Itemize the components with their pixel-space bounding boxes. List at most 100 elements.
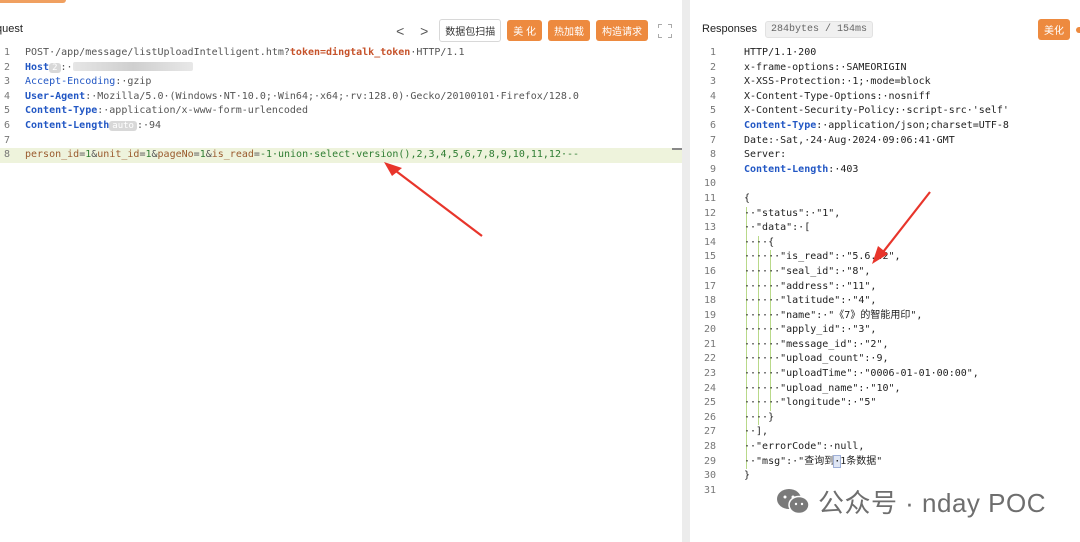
code-token: { [744,192,751,204]
code-token: Date:·Sat,·24·Aug·2024·09:06:41·GMT [744,134,955,146]
beautify-response-button[interactable]: 美化 [1038,19,1070,40]
response-line: 30} [690,469,1080,484]
response-line: 28 ··"errorCode":·null, [690,440,1080,455]
code-token: ······"is_read":·"5.6.42", [744,251,901,263]
response-line: 18 ······"latitude":·"4", [690,294,1080,309]
line-number: 18 [703,295,716,307]
code-token: auto [109,120,137,131]
response-line: 2 x-frame-options:·SAMEORIGIN [690,61,1080,76]
code-token: } [744,470,751,482]
code-token: :·Mozilla/5.0·(Windows·NT·10.0;·Win64;·x… [85,90,579,102]
line-text: Content-Type:·application/json;charset=U… [744,119,1009,134]
hot-load-button[interactable]: 热加载 [548,20,590,41]
line-text: X-Content-Security-Policy:·script-src·'s… [744,104,1009,119]
code-token: ··"status":·"1", [744,207,841,219]
line-number: 27 [703,426,716,438]
code-token: Content-Type [744,119,817,131]
response-line: 5 X-Content-Security-Policy:·script-src·'… [690,104,1080,119]
response-title: Responses [702,23,758,35]
code-token: ····{ [744,236,775,248]
code-token: ······"upload_count":·9, [744,353,889,365]
packet-scan-button[interactable]: 数据包扫描 [439,19,502,42]
code-token: 2 [49,62,61,73]
code-token: ······"apply_id":·"3", [744,324,877,336]
response-line: 27 ··], [690,425,1080,441]
code-token: :·application/json;charset=UTF-8 [816,119,1009,131]
line-number: 31 [703,484,716,496]
response-line: 19 ······"name":·"《7》的智能用印", [690,308,1080,324]
top-accent-strip [0,0,66,3]
construct-request-button[interactable]: 构造请求 [596,20,648,41]
expand-icon[interactable] [658,23,672,38]
response-line: 23 ······"uploadTime":·"0006-01-01·00:00"… [690,367,1080,382]
code-token: 1条数据" [840,455,883,467]
line-number: 3 [709,76,716,88]
code-token: :·403 [828,163,859,175]
response-viewer[interactable]: 1 HTTP/1.1·200 2 x-frame-options:·SAMEORIGI… [690,46,1080,542]
line-text: ······"upload_name":·"10", [744,382,901,397]
code-token: is_read [211,149,254,161]
code-token: :·application/x-www-form-urlencoded [97,105,308,117]
beautify-request-button[interactable]: 美 化 [507,20,542,41]
response-line: 13 ··"data":·[ [690,221,1080,236]
watermark-text: 公众号 · nday POC [817,488,1046,518]
line-number: 8 [709,149,716,161]
line-text: ······"longitude":·"5" [744,396,876,411]
line-text: ······"seal_id":·"8", [744,265,870,280]
response-more-button[interactable] [1076,26,1080,33]
request-line: 8 person_id=1&unit_id=1&pageNo=1&is_read=… [0,148,682,163]
response-panel: Responses 284bytes / 154ms 美化 1 HTTP/1.1·… [690,12,1080,542]
panel-divider[interactable] [682,0,690,542]
code-token: Content-Length [25,119,110,131]
request-line: 1 POST·/app/message/listUploadIntelligent… [0,46,682,61]
line-number: 22 [703,353,716,365]
line-text: person_id=1&unit_id=1&pageNo=1&is_read=-… [25,148,579,163]
response-line: 25 ······"longitude":·"5" [690,396,1080,411]
response-line: 1 HTTP/1.1·200 [690,46,1080,61]
line-number: 1 [3,47,10,58]
line-text: ··"errorCode":·null, [744,440,864,455]
code-token: Server: [744,149,787,161]
code-token: Host [25,61,50,73]
forward-button[interactable]: > [415,23,433,39]
line-number: 28 [703,441,716,453]
response-line: 29 ··"msg":·"查询到·1条数据" [690,454,1080,470]
request-line: 4 User-Agent:·Mozilla/5.0·(Windows·NT·10.… [0,90,682,105]
response-line: 14 ····{ [690,235,1080,251]
back-button[interactable]: < [391,23,409,39]
code-token: ······"message_id":·"2", [744,338,889,350]
line-text: Content-Type:·application/x-www-form-url… [25,104,308,119]
code-token: ······"name":·"《7》的智能用印", [744,309,923,321]
request-editor[interactable]: 1 POST·/app/message/listUploadIntelligent… [0,46,682,542]
request-panel: quest < > 数据包扫描 美 化 热加载 构造请求 1 POST·/app/… [0,12,682,542]
line-number: 10 [703,178,716,190]
line-number: 14 [703,236,716,248]
response-line: 9 Content-Length:·403 [690,163,1080,178]
line-text: ··"msg":·"查询到·1条数据" [744,454,883,470]
code-token: ··"errorCode":·null, [744,441,865,453]
code-token: ··"msg":·"查询到 [744,455,835,467]
request-header: quest < > 数据包扫描 美 化 热加载 构造请求 [0,12,682,46]
line-number: 2 [709,61,716,73]
request-line: 6 Content-Length auto:·94 [0,119,682,134]
code-token: ······"longitude":·"5" [744,397,877,409]
request-line: 2 Host 2:· [0,61,682,76]
request-title: quest [0,23,23,35]
response-line: 11 { [690,192,1080,207]
line-number: 2 [3,61,10,73]
line-number: 9 [709,163,716,175]
code-token: User-Agent [25,90,86,102]
line-number: 3 [3,76,10,88]
line-number: 12 [703,207,716,219]
line-text: ··"data":·[ [744,221,810,236]
line-text: ······"message_id":·"2", [744,338,889,353]
request-line: 5 Content-Type:·application/x-www-form-ur… [0,104,682,119]
line-number: 30 [703,470,716,482]
code-token: X-Content-Security-Policy:·script-src·'s… [744,105,1009,117]
response-line: 6 Content-Type:·application/json;charset=… [690,119,1080,134]
response-line: 4 X-Content-Type-Options:·nosniff [690,90,1080,105]
redacted-host [72,62,193,72]
line-number: 7 [3,134,10,146]
code-token: ······"uploadTime":·"0006-01-01·00:00", [744,368,979,380]
response-line: 16 ······"seal_id":·"8", [690,264,1080,280]
